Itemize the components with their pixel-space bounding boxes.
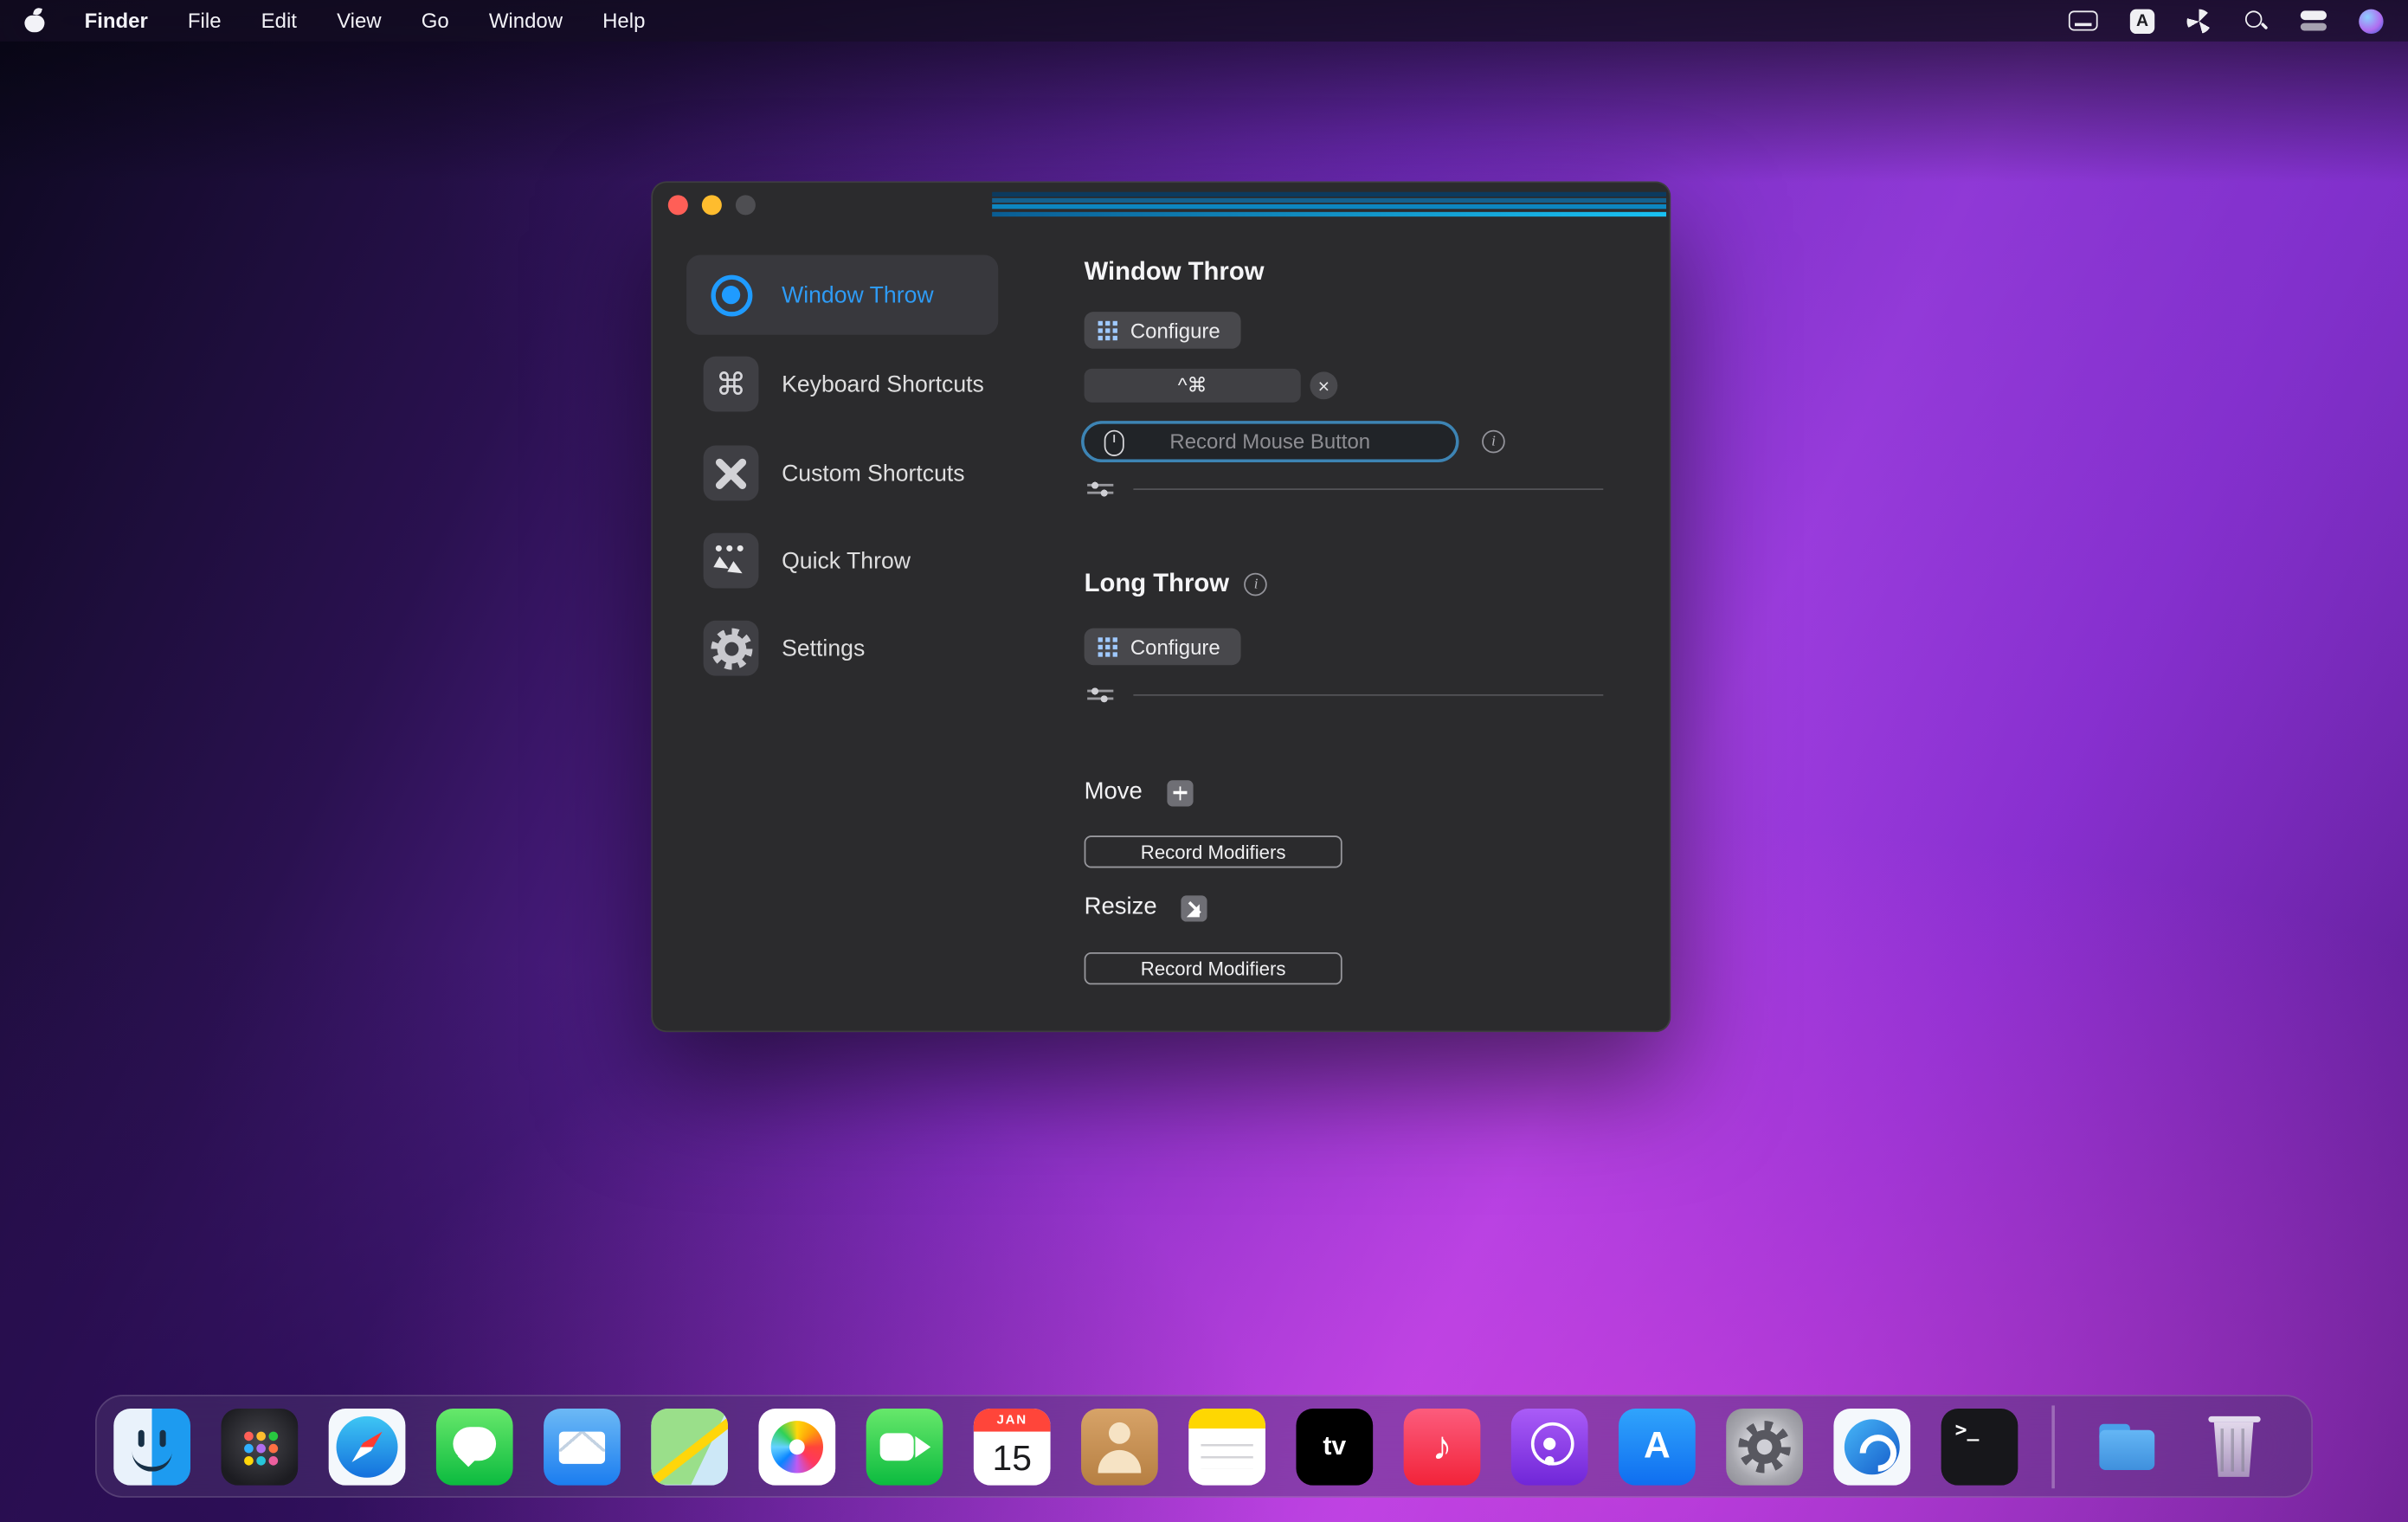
decorative-stripes xyxy=(992,198,1666,203)
resize-row: Resize xyxy=(1085,894,1208,922)
calendar-day: 15 xyxy=(974,1431,1051,1485)
command-key-icon: ⌘ xyxy=(704,357,759,412)
sliders-icon[interactable] xyxy=(1087,480,1113,498)
sidebar-item-settings[interactable]: Settings xyxy=(686,609,998,688)
desktop: Finder File Edit View Go Window Help W xyxy=(0,0,2408,1522)
grid-icon xyxy=(1098,636,1118,656)
sidebar-item-label: Keyboard Shortcuts xyxy=(782,371,984,397)
sliders-icon[interactable] xyxy=(1087,687,1113,704)
resize-label: Resize xyxy=(1085,894,1157,922)
siri-icon[interactable] xyxy=(2359,9,2383,33)
decorative-stripes xyxy=(992,204,1666,209)
decorative-stripes xyxy=(992,192,1666,197)
input-source-icon[interactable] xyxy=(2130,9,2154,33)
sidebar-item-keyboard-shortcuts[interactable]: ⌘ Keyboard Shortcuts xyxy=(686,344,998,423)
sidebar-item-label: Settings xyxy=(782,635,865,661)
move-icon xyxy=(1167,779,1193,805)
menu-bar: Finder File Edit View Go Window Help xyxy=(0,0,2408,42)
menu-item-view[interactable]: View xyxy=(337,10,382,33)
keyboard-icon[interactable] xyxy=(2069,10,2098,30)
window-throw-configure-button[interactable]: Configure xyxy=(1085,312,1240,349)
long-throw-configure-button[interactable]: Configure xyxy=(1085,629,1240,666)
dock-item-calendar[interactable]: JAN 15 xyxy=(974,1408,1051,1485)
dock-item-notes[interactable] xyxy=(1188,1408,1265,1485)
dock-item-finder[interactable] xyxy=(113,1408,190,1485)
dock-item-maps[interactable] xyxy=(651,1408,728,1485)
dock-item-podcasts[interactable] xyxy=(1511,1408,1588,1485)
dock-item-safari[interactable] xyxy=(329,1408,406,1485)
apple-menu-icon[interactable] xyxy=(24,10,44,33)
close-button[interactable] xyxy=(668,195,688,215)
control-center-icon[interactable] xyxy=(2301,10,2327,33)
quick-throw-icon xyxy=(704,533,759,589)
info-icon[interactable] xyxy=(1482,430,1505,454)
dock-separator xyxy=(2051,1405,2054,1488)
dock-item-downloads[interactable] xyxy=(2088,1408,2165,1485)
trash-icon xyxy=(2212,1422,2256,1477)
menu-item-go[interactable]: Go xyxy=(422,10,449,33)
resize-icon xyxy=(1181,894,1207,920)
divider xyxy=(1133,694,1603,696)
grid-icon xyxy=(1098,320,1118,340)
record-target-icon xyxy=(704,268,759,323)
dock-item-app-store[interactable]: A xyxy=(1619,1408,1696,1485)
crossed-tools-icon xyxy=(704,446,759,501)
trash-icon xyxy=(2207,1416,2259,1422)
sidebar-item-window-throw[interactable]: Window Throw xyxy=(686,255,998,335)
record-mouse-button-field[interactable]: Record Mouse Button xyxy=(1081,421,1458,462)
calendar-month: JAN xyxy=(974,1408,1051,1431)
dock: JAN 15 tv ♪ A >_ xyxy=(95,1395,2313,1498)
minimize-button[interactable] xyxy=(702,195,722,215)
dock-item-system-preferences[interactable] xyxy=(1726,1408,1803,1485)
sidebar-item-label: Window Throw xyxy=(782,282,934,308)
sidebar-item-label: Quick Throw xyxy=(782,548,911,574)
menu-app-name[interactable]: Finder xyxy=(85,10,148,33)
resize-record-modifiers-button[interactable]: Record Modifiers xyxy=(1085,952,1342,984)
menu-item-window[interactable]: Window xyxy=(489,10,563,33)
menu-item-edit[interactable]: Edit xyxy=(261,10,297,33)
app-window: Window Throw ⌘ Keyboard Shortcuts Custom… xyxy=(651,181,1671,1032)
divider xyxy=(1133,488,1603,490)
dock-item-facetime[interactable] xyxy=(866,1408,943,1485)
menu-item-file[interactable]: File xyxy=(188,10,222,33)
dock-item-trash[interactable] xyxy=(2195,1408,2272,1485)
move-record-modifiers-button[interactable]: Record Modifiers xyxy=(1085,835,1342,867)
long-throw-title: Long Throw xyxy=(1085,570,1229,599)
fan-icon[interactable] xyxy=(2187,9,2212,33)
decorative-stripes xyxy=(992,212,1666,216)
dock-item-hookshot-app[interactable] xyxy=(1833,1408,1910,1485)
dock-item-terminal[interactable]: >_ xyxy=(1941,1408,2018,1485)
window-throw-title: Window Throw xyxy=(1085,258,1265,287)
menu-item-help[interactable]: Help xyxy=(602,10,645,33)
dock-item-contacts[interactable] xyxy=(1081,1408,1158,1485)
sidebar-item-label: Custom Shortcuts xyxy=(782,460,965,486)
sidebar-item-custom-shortcuts[interactable]: Custom Shortcuts xyxy=(686,433,998,513)
move-label: Move xyxy=(1085,779,1143,807)
sidebar-item-quick-throw[interactable]: Quick Throw xyxy=(686,520,998,600)
move-row: Move xyxy=(1085,779,1194,807)
dock-item-apple-tv[interactable]: tv xyxy=(1296,1408,1373,1485)
dock-item-launchpad[interactable] xyxy=(221,1408,298,1485)
zoom-button[interactable] xyxy=(736,195,756,215)
search-icon[interactable] xyxy=(2244,9,2268,33)
mouse-icon xyxy=(1104,430,1124,456)
gear-icon xyxy=(1738,1420,1790,1472)
clear-shortcut-button[interactable] xyxy=(1310,371,1337,399)
shortcut-field[interactable]: ^⌘ xyxy=(1085,369,1301,403)
long-throw-header: Long Throw xyxy=(1085,570,1268,599)
dock-item-photos[interactable] xyxy=(758,1408,835,1485)
dock-item-mail[interactable] xyxy=(544,1408,621,1485)
dock-item-messages[interactable] xyxy=(436,1408,513,1485)
dock-item-music[interactable]: ♪ xyxy=(1404,1408,1481,1485)
info-icon[interactable] xyxy=(1245,573,1268,597)
gear-icon xyxy=(704,621,759,676)
